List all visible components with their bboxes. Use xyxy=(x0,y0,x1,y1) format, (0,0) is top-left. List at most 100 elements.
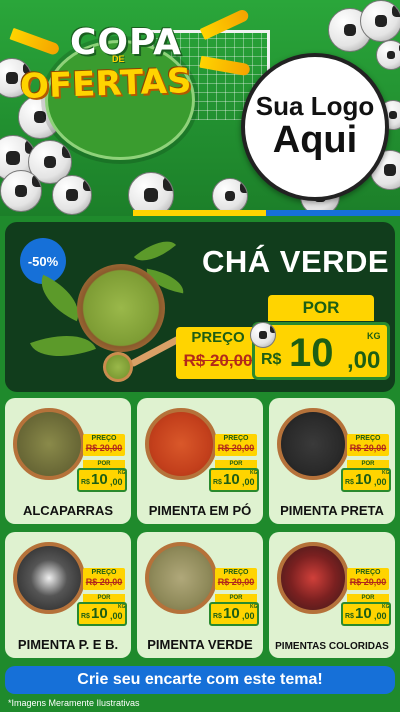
product-card[interactable]: PREÇO R$ 20,00 POR R$ 10,00 KG PIMENTA PRETA xyxy=(269,398,395,524)
preco-label: PREÇO xyxy=(223,435,249,442)
preco-box: PREÇO R$ 20,00 xyxy=(347,568,389,590)
soccer-ball-icon xyxy=(212,178,248,214)
disclaimer-text: *Imagens Meramente Ilustrativas xyxy=(8,698,140,708)
preco-box: PREÇO R$ 20,00 xyxy=(83,568,125,590)
hero-preco-label: PREÇO xyxy=(191,329,245,346)
price-box: R$ 10,00 KG xyxy=(341,602,391,626)
product-image xyxy=(145,408,217,480)
product-name: PIMENTA VERDE xyxy=(147,637,253,652)
old-price: R$ 20,00 xyxy=(349,443,387,453)
currency: R$ xyxy=(213,479,222,486)
preco-box: PREÇO R$ 20,00 xyxy=(215,434,257,456)
hero-unit: KG xyxy=(367,331,381,341)
price-dec: ,00 xyxy=(242,477,255,487)
hero-price-int: 10 xyxy=(289,331,334,375)
hero-por-label: POR xyxy=(268,295,374,321)
soccer-ball-icon xyxy=(0,170,42,212)
soccer-ball-icon xyxy=(376,40,400,70)
logo-text-line1: Sua Logo xyxy=(255,91,375,122)
product-image xyxy=(277,542,349,614)
hero-preco-box: PREÇO R$ 20,00 xyxy=(176,327,260,379)
preco-label: PREÇO xyxy=(355,435,381,442)
hero-price-dec: ,00 xyxy=(347,347,381,374)
soccer-ball-icon xyxy=(360,0,400,42)
leaf-icon xyxy=(133,231,177,271)
title-ofertas: OFERTAS xyxy=(19,61,193,107)
currency: R$ xyxy=(81,613,90,620)
old-price: R$ 20,00 xyxy=(217,443,255,453)
title-copa: COPA xyxy=(70,22,182,63)
price-box: R$ 10,00 KG xyxy=(341,468,391,492)
price-box: R$ 10,00 KG xyxy=(209,468,259,492)
preco-box: PREÇO R$ 20,00 xyxy=(215,568,257,590)
unit: KG xyxy=(250,604,258,610)
product-name: PIMENTA P. E B. xyxy=(17,637,119,652)
price-int: 10 xyxy=(91,605,108,622)
preco-label: PREÇO xyxy=(91,435,117,442)
price-int: 10 xyxy=(355,471,372,488)
product-image xyxy=(145,542,217,614)
preco-label: PREÇO xyxy=(355,569,381,576)
price-dec: ,00 xyxy=(374,611,387,621)
product-card[interactable]: PREÇO R$ 20,00 POR R$ 10,00 KG PIMENTA EM PÓ xyxy=(137,398,263,524)
por-label: POR xyxy=(83,594,125,602)
product-image xyxy=(13,408,85,480)
unit: KG xyxy=(382,604,390,610)
price-int: 10 xyxy=(223,471,240,488)
product-name: PIMENTA EM PÓ xyxy=(148,503,252,518)
product-card[interactable]: PREÇO R$ 20,00 POR R$ 10,00 KG PIMENTA P. E B. xyxy=(5,532,131,658)
hero-old-price: R$ 20,00 xyxy=(183,351,253,370)
por-label: POR xyxy=(347,460,389,468)
logo-placeholder[interactable]: Sua Logo Aqui xyxy=(241,53,389,201)
stripe-yellow xyxy=(133,210,266,216)
product-name: PIMENTAS COLORIDAS xyxy=(275,641,389,652)
vuvuzela-icon xyxy=(9,27,61,57)
price-box: R$ 10,00 KG xyxy=(77,468,127,492)
product-card[interactable]: PREÇO R$ 20,00 POR R$ 10,00 KG ALCAPARRAS xyxy=(5,398,131,524)
price-dec: ,00 xyxy=(242,611,255,621)
price-dec: ,00 xyxy=(374,477,387,487)
product-card[interactable]: PREÇO R$ 20,00 POR R$ 10,00 KG PIMENTAS COLORI… xyxy=(269,532,395,658)
stripe-blue xyxy=(266,210,400,216)
product-image xyxy=(277,408,349,480)
product-image xyxy=(13,542,85,614)
por-label: POR xyxy=(83,460,125,468)
create-flyer-button[interactable]: Crie seu encarte com este tema! xyxy=(5,666,395,694)
currency: R$ xyxy=(213,613,222,620)
product-name: ALCAPARRAS xyxy=(22,503,114,518)
por-label: POR xyxy=(347,594,389,602)
spoon-image xyxy=(103,352,133,382)
price-int: 10 xyxy=(91,471,108,488)
unit: KG xyxy=(118,470,126,476)
header-banner: COPA DE OFERTAS Sua Logo Aqui xyxy=(0,0,400,216)
preco-label: PREÇO xyxy=(223,569,249,576)
soccer-ball-icon xyxy=(52,175,92,215)
unit: KG xyxy=(118,604,126,610)
por-label: POR xyxy=(215,594,257,602)
old-price: R$ 20,00 xyxy=(349,577,387,587)
preco-label: PREÇO xyxy=(91,569,117,576)
preco-box: PREÇO R$ 20,00 xyxy=(83,434,125,456)
currency: R$ xyxy=(345,479,354,486)
old-price: R$ 20,00 xyxy=(85,443,123,453)
price-dec: ,00 xyxy=(110,611,123,621)
soccer-ball-icon xyxy=(250,322,276,348)
price-int: 10 xyxy=(223,605,240,622)
hero-product-title: CHÁ VERDE xyxy=(202,244,390,279)
preco-box: PREÇO R$ 20,00 xyxy=(347,434,389,456)
old-price: R$ 20,00 xyxy=(217,577,255,587)
old-price: R$ 20,00 xyxy=(85,577,123,587)
product-name: PIMENTA PRETA xyxy=(280,503,384,518)
hero-currency: R$ xyxy=(261,351,282,368)
unit: KG xyxy=(382,470,390,476)
price-box: R$ 10,00 KG xyxy=(77,602,127,626)
currency: R$ xyxy=(81,479,90,486)
logo-text-line2: Aqui xyxy=(272,118,358,161)
green-tea-bowl-image xyxy=(77,264,165,352)
currency: R$ xyxy=(345,613,354,620)
price-int: 10 xyxy=(355,605,372,622)
unit: KG xyxy=(250,470,258,476)
product-card[interactable]: PREÇO R$ 20,00 POR R$ 10,00 KG PIMENTA VERDE xyxy=(137,532,263,658)
price-dec: ,00 xyxy=(110,477,123,487)
por-label: POR xyxy=(215,460,257,468)
